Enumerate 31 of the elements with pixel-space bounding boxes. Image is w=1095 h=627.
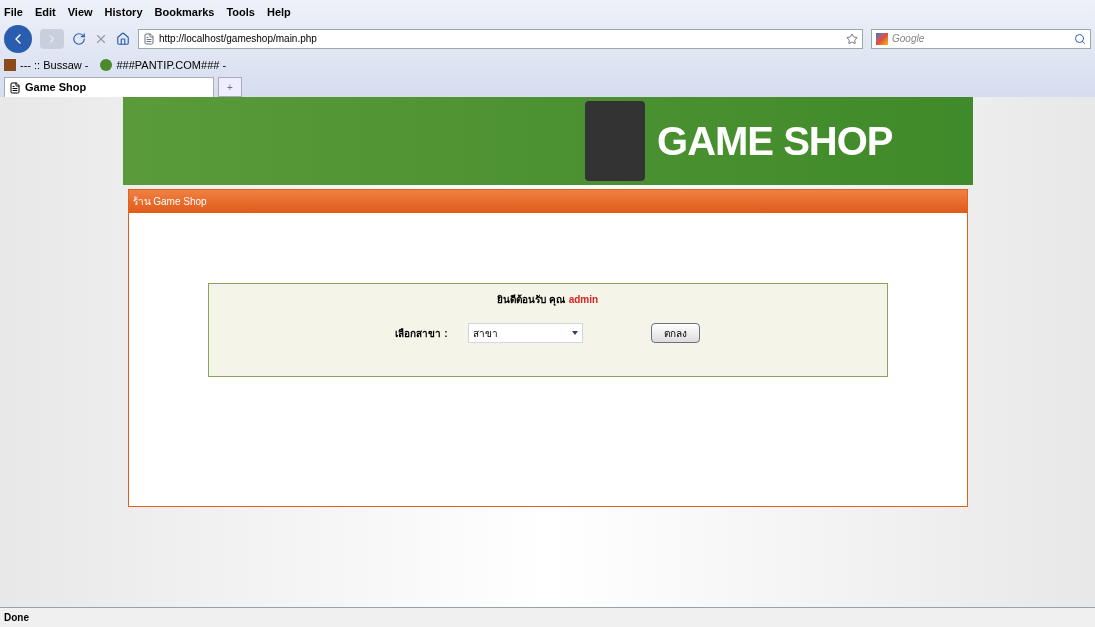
back-button[interactable] [4,24,32,53]
home-icon[interactable] [116,31,130,46]
menu-item[interactable]: File [4,4,23,21]
new-tab-button[interactable]: + [218,77,242,97]
panel-title: ร้าน Game Shop [128,190,967,213]
reload-icon[interactable] [72,31,86,46]
search-field[interactable]: Google [892,31,1070,46]
menu-item[interactable]: Bookmarks [154,4,215,21]
bookmark-item[interactable]: --- :: Bussaw - [4,56,89,73]
address-bar[interactable]: http://localhost/gameshop/main.php [138,28,863,49]
page-icon [143,32,155,45]
submit-button[interactable]: ตกลง [650,323,700,343]
star-icon[interactable] [846,32,858,45]
menu-item[interactable]: Tools [226,4,255,21]
status-bar: Done [0,607,1095,627]
page-icon [9,81,21,94]
search-icon[interactable] [1074,32,1086,45]
user-name: admin [568,293,599,307]
menu-item[interactable]: View [67,4,93,21]
banner-title: GAME SHOP [657,118,893,165]
branch-label: เลือกสาขา : [395,326,448,341]
browser-tab[interactable]: Game Shop [4,77,214,97]
dropdown-caret-icon [571,331,578,335]
menu-item[interactable]: Help [266,4,291,21]
welcome-text: ยินดีต้อนรับ คุณ [496,293,565,307]
menu-item[interactable]: History [104,4,143,21]
search-engine-icon[interactable] [876,32,888,45]
bookmark-item[interactable]: ###PANTIP.COM### - [100,56,227,73]
branch-select[interactable]: สาขา [467,323,583,343]
menu-item[interactable]: Edit [34,4,56,21]
search-bar[interactable]: Google [871,28,1091,49]
